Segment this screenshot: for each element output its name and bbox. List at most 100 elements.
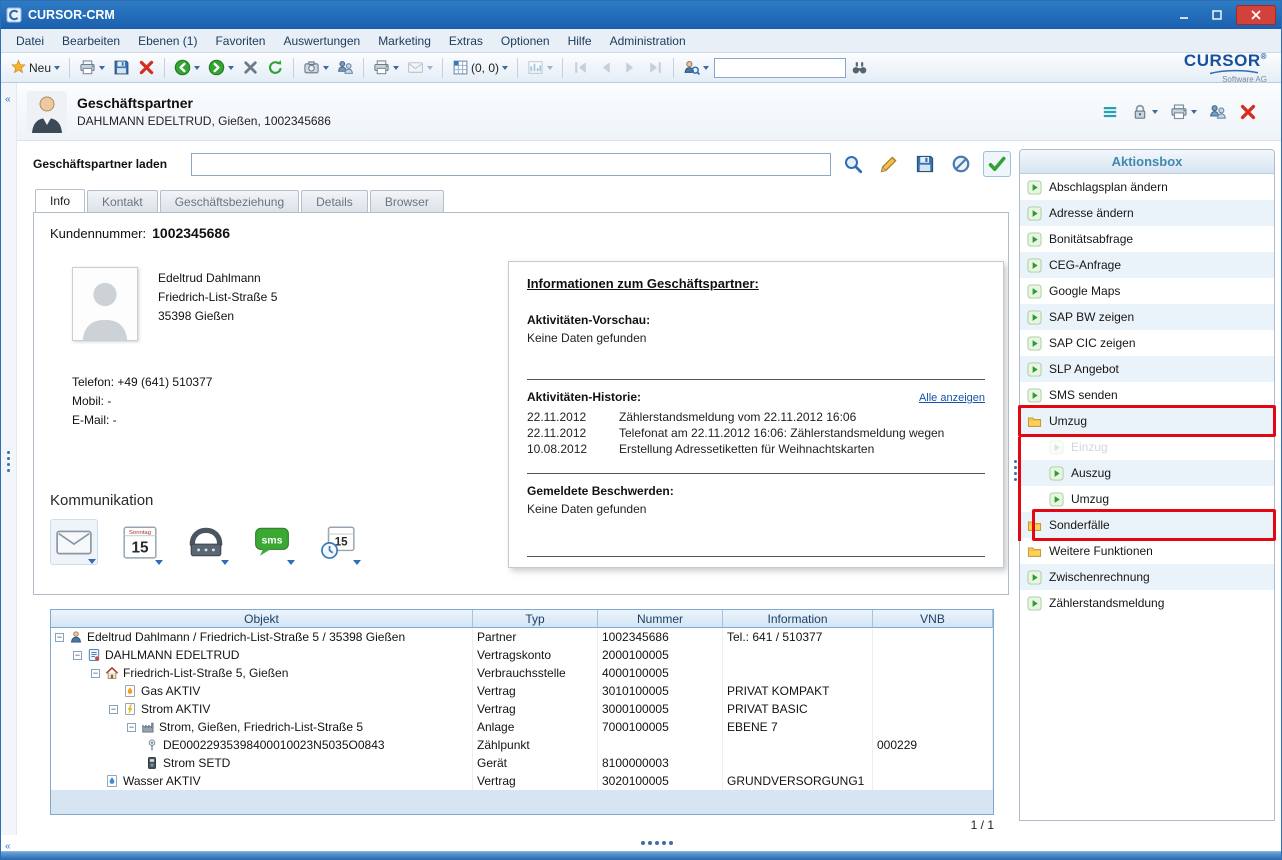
tab-details[interactable]: Details — [301, 190, 368, 212]
collapse-bottom-chevron-icon[interactable] — [5, 836, 11, 854]
back-button[interactable] — [171, 57, 203, 78]
close-button[interactable] — [1236, 5, 1276, 25]
aktionsbox-item-sap-bw-zeigen[interactable]: SAP BW zeigen — [1020, 304, 1274, 330]
save-record-button[interactable] — [911, 151, 939, 177]
nav-last-button[interactable] — [644, 57, 667, 78]
aktionsbox-item-sap-cic-zeigen[interactable]: SAP CIC zeigen — [1020, 330, 1274, 356]
tab-gesch-ftsbeziehung[interactable]: Geschäftsbeziehung — [160, 190, 299, 212]
column-header-vnb[interactable]: VNB — [873, 610, 993, 628]
bottom-splitter[interactable] — [1, 835, 1281, 851]
appointment-tile[interactable]: 15 — [314, 519, 362, 565]
aktionsbox-item-google-maps[interactable]: Google Maps — [1020, 278, 1274, 304]
print-button[interactable] — [76, 57, 108, 78]
table-row[interactable]: DAHLMANN EDELTRUDVertragskonto2000100005 — [51, 646, 993, 664]
nav-prev-button[interactable] — [594, 57, 617, 78]
nav-first-button[interactable] — [569, 57, 592, 78]
calendar-tile[interactable]: Sonntag15 — [116, 519, 164, 565]
aktionsbox-item-umzug[interactable]: Umzug — [1020, 408, 1274, 434]
camera-button[interactable] — [300, 57, 332, 78]
person-search-button[interactable] — [680, 57, 712, 78]
aktionsbox-item-z-hlerstandsmeldung[interactable]: Zählerstandsmeldung — [1020, 590, 1274, 616]
table-row[interactable]: Strom, Gießen, Friedrich-List-Straße 5An… — [51, 718, 993, 736]
aktionsbox-item-ceg-anfrage[interactable]: CEG-Anfrage — [1020, 252, 1274, 278]
aktionsbox-item-auszug[interactable]: Auszug — [1020, 460, 1274, 486]
historie-date: 10.08.2012 — [527, 441, 619, 457]
menu-item-favoriten[interactable]: Favoriten — [206, 29, 274, 53]
table-row[interactable]: Friedrich-List-Straße 5, GießenVerbrauch… — [51, 664, 993, 682]
close-record-button[interactable] — [1239, 103, 1257, 121]
alle-anzeigen-link[interactable]: Alle anzeigen — [919, 392, 985, 404]
aktionsbox-item-weitere-funktionen[interactable]: Weitere Funktionen — [1020, 538, 1274, 564]
collapse-expander[interactable] — [73, 651, 82, 660]
menu-item-marketing[interactable]: Marketing — [369, 29, 440, 53]
minimize-button[interactable] — [1170, 6, 1197, 25]
relations-button[interactable] — [334, 57, 357, 78]
collapse-expander[interactable] — [127, 723, 136, 732]
menu-item-administration[interactable]: Administration — [601, 29, 695, 53]
cancel-edit-button[interactable] — [947, 151, 975, 177]
nav-next-button[interactable] — [619, 57, 642, 78]
left-collapse-strip[interactable] — [1, 83, 17, 835]
column-header-typ[interactable]: Typ — [473, 610, 598, 628]
menu-item-auswertungen[interactable]: Auswertungen — [274, 29, 369, 53]
collapse-expander[interactable] — [91, 669, 100, 678]
partner-search-input[interactable] — [191, 153, 831, 176]
menu-item-extras[interactable]: Extras — [440, 29, 492, 53]
edit-button[interactable] — [875, 151, 903, 177]
column-header-information[interactable]: Information — [723, 610, 873, 628]
search-button[interactable] — [839, 151, 867, 177]
menu-item-optionen[interactable]: Optionen — [492, 29, 559, 53]
confirm-button[interactable] — [983, 151, 1011, 177]
table-row[interactable]: Edeltrud Dahlmann / Friedrich-List-Straß… — [51, 628, 993, 646]
email-tile[interactable] — [50, 519, 98, 565]
forward-button[interactable] — [205, 57, 237, 78]
menu-item-ebenen-1[interactable]: Ebenen (1) — [129, 29, 206, 53]
menu-item-datei[interactable]: Datei — [7, 29, 53, 53]
vertical-splitter[interactable] — [1011, 141, 1019, 835]
tab-browser[interactable]: Browser — [370, 190, 444, 212]
collapse-expander[interactable] — [109, 705, 118, 714]
aktionsbox-item-sms-senden[interactable]: SMS senden — [1020, 382, 1274, 408]
table-row[interactable]: DE00022935398400010023N5035O0843Zählpunk… — [51, 736, 993, 754]
cancel-x-button[interactable] — [239, 57, 262, 78]
menu-item-bearbeiten[interactable]: Bearbeiten — [53, 29, 129, 53]
toolbar-search-input[interactable] — [714, 58, 846, 78]
partners-button[interactable] — [1209, 103, 1227, 121]
panel-menu-button[interactable] — [1101, 103, 1119, 121]
column-header-nummer[interactable]: Nummer — [598, 610, 723, 628]
binoculars-button[interactable] — [848, 57, 871, 78]
table-row[interactable]: Strom AKTIVVertrag3000100005PRIVAT BASIC — [51, 700, 993, 718]
aktionsbox-item-bonit-tsabfrage[interactable]: Bonitätsabfrage — [1020, 226, 1274, 252]
column-header-objekt[interactable]: Objekt — [51, 610, 473, 628]
delete-button[interactable] — [135, 57, 158, 78]
mail-button[interactable] — [404, 57, 436, 78]
aktionsbox-item-adresse-ndern[interactable]: Adresse ändern — [1020, 200, 1274, 226]
tab-kontakt[interactable]: Kontakt — [87, 190, 158, 212]
object-tree-table: ObjektTypNummerInformationVNB Edeltrud D… — [50, 609, 994, 815]
maximize-button[interactable] — [1203, 6, 1230, 25]
refresh-button[interactable] — [264, 57, 287, 78]
phone-tile[interactable] — [182, 519, 230, 565]
print-button[interactable] — [370, 57, 402, 78]
aktionsbox-item-zwischenrechnung[interactable]: Zwischenrechnung — [1020, 564, 1274, 590]
table-row[interactable]: Strom SETDGerät8100000003 — [51, 754, 993, 772]
aktionsbox-item-umzug[interactable]: Umzug — [1020, 486, 1274, 512]
table-row[interactable]: Gas AKTIVVertrag3010100005PRIVAT KOMPAKT — [51, 682, 993, 700]
aktionsbox-item-slp-angebot[interactable]: SLP Angebot — [1020, 356, 1274, 382]
selection-button[interactable]: (0, 0) — [449, 57, 511, 78]
collapse-left-chevron-icon[interactable] — [5, 89, 11, 107]
print-record-button[interactable] — [1170, 103, 1197, 121]
menu-item-hilfe[interactable]: Hilfe — [559, 29, 601, 53]
aktionsbox-item-sonderf-lle[interactable]: Sonderfälle — [1020, 512, 1274, 538]
chart-button[interactable] — [524, 57, 556, 78]
lock-button[interactable] — [1131, 103, 1158, 121]
new-button[interactable]: Neu — [7, 57, 63, 78]
aktionsbox-item-abschlagsplan-ndern[interactable]: Abschlagsplan ändern — [1020, 174, 1274, 200]
table-row[interactable]: Wasser AKTIVVertrag3020100005GRUNDVERSOR… — [51, 772, 993, 790]
tab-info[interactable]: Info — [35, 189, 85, 212]
left-splitter-dots[interactable] — [7, 451, 10, 454]
toolbar-buttons: Neu (0, 0) — [7, 53, 871, 82]
sms-tile[interactable]: sms — [248, 519, 296, 565]
save-button[interactable] — [110, 57, 133, 78]
collapse-expander[interactable] — [55, 633, 64, 642]
